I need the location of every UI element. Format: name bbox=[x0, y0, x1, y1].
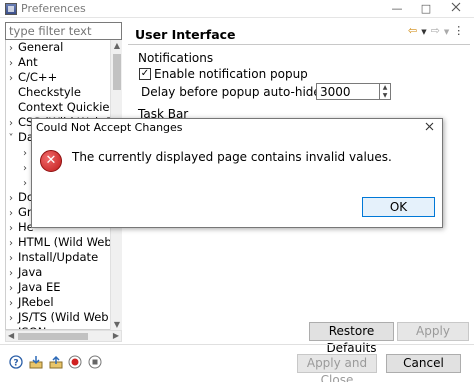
scroll-left-icon[interactable]: ◀ bbox=[8, 331, 14, 340]
back-dropdown-icon[interactable]: ▼ bbox=[421, 28, 430, 36]
enable-popup-label[interactable]: Enable notification popup bbox=[154, 67, 308, 81]
filter-input[interactable] bbox=[5, 22, 122, 40]
chevron-right-icon[interactable]: › bbox=[6, 251, 16, 265]
tree-item-label: Install/Update bbox=[18, 250, 99, 264]
chevron-right-icon[interactable]: › bbox=[6, 236, 16, 250]
header-divider bbox=[128, 44, 470, 45]
chevron-right-icon[interactable]: › bbox=[20, 146, 30, 160]
chevron-right-icon[interactable]: › bbox=[6, 296, 16, 310]
tree-item-label: JS/TS (Wild Web D bbox=[18, 310, 121, 324]
chevron-right-icon[interactable]: › bbox=[6, 266, 16, 280]
tree-item-label: C/C++ bbox=[18, 70, 58, 84]
tree-item[interactable]: › JS/TS (Wild Web D bbox=[6, 310, 121, 325]
chevron-right-icon[interactable]: › bbox=[6, 116, 16, 130]
chevron-right-icon[interactable]: › bbox=[6, 311, 16, 325]
scroll-thumb[interactable] bbox=[113, 54, 121, 90]
ok-button[interactable]: OK bbox=[362, 197, 435, 217]
scroll-up-icon[interactable]: ▲ bbox=[111, 41, 123, 50]
chevron-right-icon[interactable]: › bbox=[6, 206, 16, 220]
export-icon[interactable] bbox=[49, 355, 63, 369]
tree-item[interactable]: › HTML (Wild Web D bbox=[6, 235, 121, 250]
apply-and-close-button[interactable]: Apply and Close bbox=[297, 354, 377, 382]
scroll-right-icon[interactable]: ▶ bbox=[113, 331, 119, 340]
tree-horizontal-scrollbar[interactable]: ◀ ▶ bbox=[5, 330, 122, 342]
tree-item[interactable]: › C/C++ bbox=[6, 70, 121, 85]
chevron-right-icon[interactable]: › bbox=[6, 221, 16, 235]
restore-defaults-button[interactable]: Restore Defaults bbox=[309, 322, 394, 355]
record-icon[interactable] bbox=[68, 355, 82, 369]
dialog-title: Could Not Accept Changes bbox=[36, 121, 183, 134]
tree-item[interactable]: › Ant bbox=[6, 55, 121, 70]
chevron-down-icon[interactable]: ˅ bbox=[6, 131, 16, 145]
tree-item[interactable]: › Java EE bbox=[6, 280, 121, 295]
tree-item-label: Java EE bbox=[18, 280, 61, 294]
notifications-group-label: Notifications bbox=[138, 51, 214, 65]
view-menu-icon[interactable]: ⋮ bbox=[453, 24, 468, 37]
help-icon[interactable]: ? bbox=[9, 355, 23, 369]
tree-item-label: HTML (Wild Web D bbox=[18, 235, 121, 249]
maximize-button[interactable]: □ bbox=[411, 0, 441, 18]
error-icon: ✕ bbox=[40, 150, 62, 172]
chevron-right-icon[interactable]: › bbox=[6, 71, 16, 85]
delay-input[interactable] bbox=[316, 83, 380, 100]
apply-button[interactable]: Apply bbox=[397, 322, 469, 341]
close-icon bbox=[425, 122, 434, 131]
tree-item[interactable]: › Java bbox=[6, 265, 121, 280]
dialog-close-button[interactable] bbox=[425, 120, 434, 134]
history-nav[interactable]: ⇦▼⇨▼⋮ bbox=[408, 24, 468, 37]
tree-item-label: General bbox=[18, 40, 64, 54]
chevron-right-icon[interactable]: › bbox=[6, 191, 16, 205]
tree-item[interactable]: › General bbox=[6, 40, 121, 55]
tree-item-label: Checkstyle bbox=[18, 85, 81, 99]
import-icon[interactable] bbox=[29, 355, 43, 369]
tree-item[interactable]: Checkstyle bbox=[6, 85, 121, 100]
dialog-body: ✕ The currently displayed page contains … bbox=[32, 137, 442, 227]
tree-item-label: Ant bbox=[18, 55, 38, 69]
error-dialog: Could Not Accept Changes ✕ The currently… bbox=[31, 118, 443, 228]
cancel-button[interactable]: Cancel bbox=[386, 354, 461, 373]
stop-icon[interactable] bbox=[88, 355, 102, 369]
delay-spinner[interactable]: ▲ ▼ bbox=[380, 83, 391, 100]
tree-item-label: Java bbox=[18, 265, 43, 279]
tree-item[interactable]: › Install/Update bbox=[6, 250, 121, 265]
scroll-down-icon[interactable]: ▼ bbox=[111, 320, 123, 329]
tree-item-label: JRebel bbox=[18, 295, 54, 309]
chevron-right-icon[interactable]: › bbox=[6, 56, 16, 70]
svg-text:?: ? bbox=[13, 359, 18, 369]
window-title: Preferences bbox=[21, 2, 86, 15]
window-close-button[interactable] bbox=[441, 0, 471, 18]
chevron-right-icon[interactable]: › bbox=[6, 281, 16, 295]
tree-item-label: Context Quickie2 bbox=[18, 100, 117, 114]
tree-item[interactable]: Context Quickie2 bbox=[6, 100, 121, 115]
forward-arrow-icon[interactable]: ⇨ bbox=[431, 24, 444, 37]
footer-divider bbox=[0, 344, 474, 345]
enable-popup-checkbox[interactable]: ✓ bbox=[139, 68, 151, 80]
eclipse-app-icon bbox=[5, 2, 17, 15]
chevron-right-icon[interactable]: › bbox=[6, 41, 16, 55]
minimize-button[interactable]: — bbox=[382, 0, 412, 18]
page-title: User Interface bbox=[135, 27, 236, 42]
forward-dropdown-icon[interactable]: ▼ bbox=[444, 28, 453, 36]
chevron-right-icon[interactable]: › bbox=[20, 176, 30, 190]
error-message: The currently displayed page contains in… bbox=[72, 150, 392, 164]
title-bar: Preferences — □ bbox=[0, 0, 474, 18]
back-arrow-icon[interactable]: ⇦ bbox=[408, 24, 421, 37]
close-icon bbox=[451, 2, 461, 12]
chevron-right-icon[interactable]: › bbox=[20, 161, 30, 175]
tree-item[interactable]: › JRebel bbox=[6, 295, 121, 310]
h-scroll-thumb[interactable] bbox=[18, 333, 88, 340]
